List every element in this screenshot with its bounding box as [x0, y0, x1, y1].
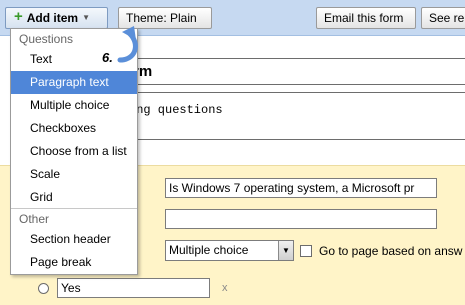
menu-header-other: Other — [19, 212, 50, 226]
menu-item-checkboxes[interactable]: Checkboxes — [11, 117, 137, 140]
curved-arrow-icon — [117, 26, 138, 63]
option-radio — [38, 283, 49, 294]
question-title-input[interactable]: Is Windows 7 operating system, a Microso… — [165, 178, 437, 198]
plus-icon: + — [14, 8, 23, 25]
go-to-page-label: Go to page based on answ — [319, 244, 463, 258]
add-item-label: Add item — [26, 11, 79, 25]
menu-item-scale[interactable]: Scale — [11, 163, 137, 186]
select-arrow-icon: ▼ — [278, 241, 293, 260]
menu-item-paragraph-text[interactable]: Paragraph text — [11, 71, 137, 94]
question-type-value: Multiple choice — [169, 243, 249, 257]
menu-header-questions: Questions — [19, 32, 74, 46]
help-text-input[interactable] — [165, 209, 437, 229]
chevron-down-icon: ▼ — [82, 13, 91, 22]
menu-item-multiple-choice[interactable]: Multiple choice — [11, 94, 137, 117]
menu-item-section-header[interactable]: Section header — [11, 228, 137, 251]
menu-divider — [11, 208, 137, 209]
email-form-button[interactable]: Email this form — [316, 7, 416, 29]
form-title-input[interactable]: rm — [98, 58, 465, 85]
menu-item-grid[interactable]: Grid — [11, 186, 137, 209]
go-to-page-checkbox[interactable] — [300, 245, 312, 257]
remove-option-icon[interactable]: x — [222, 281, 228, 295]
add-item-button[interactable]: + Add item ▼ — [5, 7, 108, 29]
form-description-text: ing questions — [129, 103, 223, 117]
see-responses-button[interactable]: See re — [421, 7, 465, 29]
question-type-select[interactable]: Multiple choice ▼ — [165, 240, 294, 261]
option-input[interactable]: Yes — [57, 278, 210, 298]
form-description-input[interactable]: ing questions — [98, 92, 465, 140]
menu-item-page-break[interactable]: Page break — [11, 251, 137, 274]
menu-item-choose-from-list[interactable]: Choose from a list — [11, 140, 137, 163]
